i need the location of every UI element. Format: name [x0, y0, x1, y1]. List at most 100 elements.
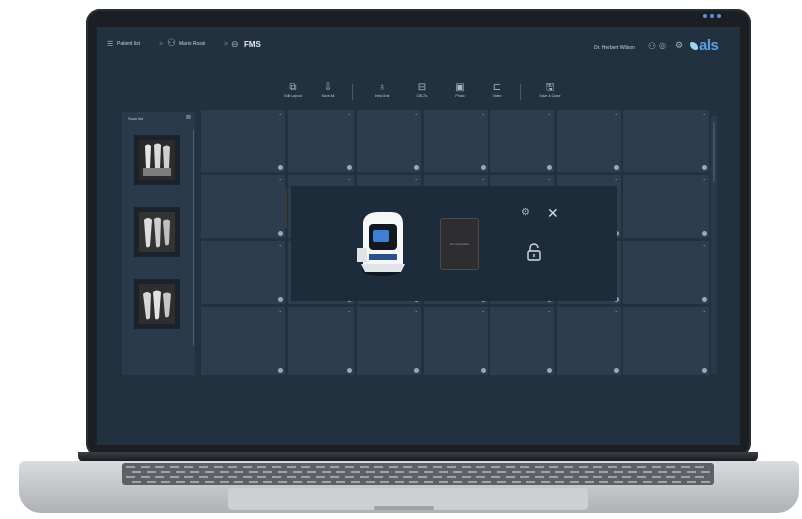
grid-cell[interactable]: ⌄ [490, 307, 554, 375]
chevron-down-icon[interactable]: ⌄ [615, 308, 618, 313]
chevron-down-icon[interactable]: ⌄ [415, 111, 418, 116]
chevron-down-icon[interactable]: ⌄ [615, 176, 618, 181]
chevron-down-icon[interactable]: ⌄ [548, 111, 551, 116]
keyboard-key [365, 481, 375, 483]
chevron-down-icon[interactable]: ⌄ [415, 308, 418, 313]
logo: als [699, 37, 719, 54]
grid-cell[interactable]: ⌄ [288, 307, 354, 375]
chevron-down-icon[interactable]: ⌄ [279, 111, 282, 116]
menu-icon[interactable]: ☰ [107, 40, 113, 48]
chevron-down-icon[interactable]: ⌄ [703, 242, 706, 247]
chevron-down-icon[interactable]: ⌄ [279, 308, 282, 313]
scan-thumbnail[interactable] [134, 207, 180, 257]
keyboard-key [242, 466, 252, 468]
grid-cell[interactable]: ⌄ [288, 110, 354, 172]
add-image-icon[interactable] [547, 165, 552, 170]
close-icon[interactable]: ✕ [547, 205, 559, 222]
gear-icon[interactable]: ⚙ [521, 207, 530, 218]
keyboard-key [184, 466, 194, 468]
grid-cell[interactable]: ⌄ [490, 110, 554, 172]
chevron-down-icon[interactable]: ⌄ [279, 176, 282, 181]
keyboard-key [534, 466, 544, 468]
grid-cell[interactable]: ⌄ [201, 307, 285, 375]
chevron-down-icon[interactable]: ⌄ [348, 308, 351, 313]
chevron-down-icon[interactable]: ⌄ [615, 111, 618, 116]
save-close-button[interactable]: 🖫 Save & Close [530, 82, 570, 98]
add-image-icon[interactable] [614, 165, 619, 170]
video-label: Video [492, 94, 502, 98]
keyboard-key [520, 476, 530, 478]
grid-cell[interactable]: ⌄ [623, 307, 709, 375]
keyboard-key [380, 471, 390, 473]
keyboard-key [666, 466, 676, 468]
settings-icon[interactable]: ⚙ [675, 40, 683, 51]
cbcts-label: CBCTs [416, 94, 428, 98]
chevron-down-icon[interactable]: ⌄ [703, 111, 706, 116]
grid-cell[interactable]: ⌄ [557, 110, 621, 172]
video-button[interactable]: ⊏ Video [477, 82, 517, 98]
add-image-icon[interactable] [547, 368, 552, 373]
chevron-down-icon[interactable]: ⌄ [348, 111, 351, 116]
add-image-icon[interactable] [702, 165, 707, 170]
add-image-icon[interactable] [702, 368, 707, 373]
chevron-down-icon[interactable]: ⌄ [548, 308, 551, 313]
save-all-button[interactable]: ⇩ Save All [308, 82, 348, 98]
grid-cell[interactable]: ⌄ [201, 175, 285, 238]
chevron-down-icon[interactable]: ⌄ [482, 111, 485, 116]
connect-button[interactable]: No connection [440, 218, 479, 270]
add-image-icon[interactable] [278, 297, 283, 302]
add-image-icon[interactable] [702, 231, 707, 236]
chevron-down-icon[interactable]: ⌄ [548, 176, 551, 181]
grid-cell[interactable]: ⌄ [557, 307, 621, 375]
grid-cell[interactable]: ⌄ [201, 110, 285, 172]
add-image-icon[interactable] [481, 368, 486, 373]
add-image-icon[interactable] [481, 165, 486, 170]
intra-oral-button[interactable]: ♁ Intra Oral [362, 82, 402, 98]
grid-cell[interactable]: ⌄ [201, 241, 285, 304]
grid-cell[interactable]: ⌄ [623, 175, 709, 238]
edit-layout-button[interactable]: ⧉ Edit Layout [273, 82, 313, 98]
add-image-icon[interactable] [278, 231, 283, 236]
chevron-down-icon[interactable]: ⌄ [482, 308, 485, 313]
grid-cell[interactable]: ⌄ [424, 110, 488, 172]
grid-cell[interactable]: ⌄ [623, 241, 709, 304]
breadcrumb-patient-name[interactable]: Mario Rossi [179, 41, 205, 47]
keyboard-key [628, 481, 638, 483]
chevron-down-icon[interactable]: ⌄ [348, 176, 351, 181]
add-image-icon[interactable] [614, 368, 619, 373]
grid-cell[interactable]: ⌄ [357, 307, 421, 375]
chevron-down-icon[interactable]: ⌄ [703, 176, 706, 181]
unlock-icon[interactable] [527, 243, 541, 261]
scan-thumbnail[interactable] [134, 135, 180, 185]
help-icon[interactable]: ◎ [659, 41, 666, 50]
photo-button[interactable]: ▣ Photo [440, 82, 480, 98]
user-name[interactable]: Dr. Herbert Wilson [594, 45, 635, 51]
add-image-icon[interactable] [347, 165, 352, 170]
grid-cell[interactable]: ⌄ [424, 307, 488, 375]
scan-list-collapse-icon[interactable]: ⊠ [186, 114, 191, 121]
user-icon[interactable]: ⚇ [648, 41, 656, 52]
add-image-icon[interactable] [278, 368, 283, 373]
scan-thumbnail[interactable] [134, 279, 180, 329]
grid-cell[interactable]: ⌄ [623, 110, 709, 172]
add-image-icon[interactable] [414, 165, 419, 170]
chevron-down-icon[interactable]: ⌄ [415, 176, 418, 181]
add-image-icon[interactable] [347, 368, 352, 373]
breadcrumb-patient-list[interactable]: Patient list [117, 41, 140, 47]
add-image-icon[interactable] [702, 297, 707, 302]
chevron-down-icon[interactable]: ⌄ [482, 176, 485, 181]
keyboard-key [257, 466, 267, 468]
add-image-icon[interactable] [414, 368, 419, 373]
xray-image [139, 284, 175, 324]
cbcts-button[interactable]: ⊟ CBCTs [402, 82, 442, 98]
add-image-icon[interactable] [278, 165, 283, 170]
scan-list-scrollbar[interactable] [193, 130, 194, 345]
chevron-down-icon[interactable]: ⌄ [703, 308, 706, 313]
keyboard-key [257, 476, 267, 478]
grid-cell[interactable]: ⌄ [357, 110, 421, 172]
keyboard-key [672, 481, 682, 483]
grid-scrollbar[interactable] [711, 116, 717, 374]
chevron-down-icon[interactable]: ⌄ [279, 242, 282, 247]
keyboard-key [205, 481, 214, 483]
breadcrumb-current: FMS [244, 40, 261, 49]
